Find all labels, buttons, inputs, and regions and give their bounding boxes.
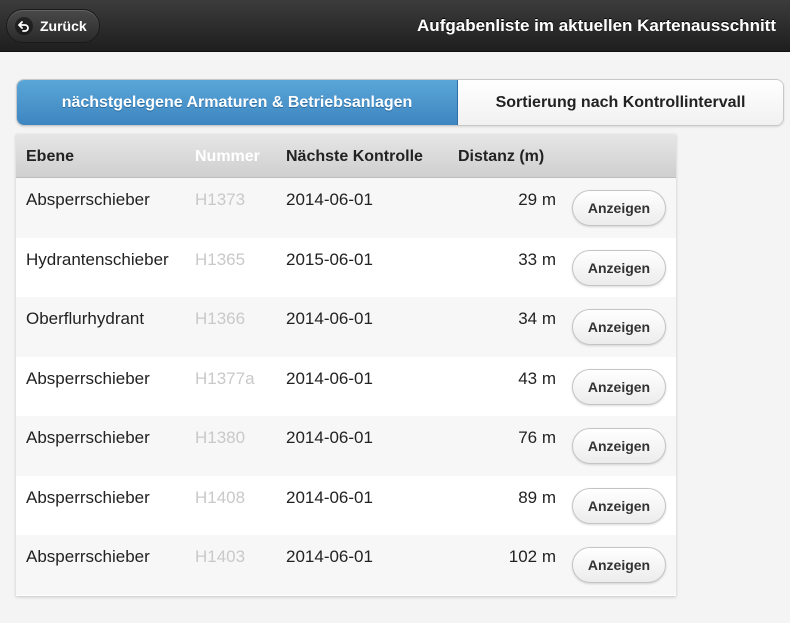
cell-kontrolle: 2014-06-01: [286, 487, 373, 507]
cell-distanz: 34 m: [518, 309, 556, 328]
show-button[interactable]: Anzeigen: [572, 190, 666, 226]
column-header-distanz[interactable]: Distanz (m): [458, 148, 544, 166]
segmented-tabs: nächstgelegene Armaturen & Betriebsanlag…: [16, 79, 784, 126]
cell-ebene: Hydrantenschieber: [26, 249, 169, 269]
cell-ebene: Absperrschieber: [26, 487, 150, 507]
back-button[interactable]: Zurück: [6, 9, 100, 43]
table-row: Absperrschieber H1380 2014-06-01 76 m An…: [16, 416, 676, 476]
table-row: Hydrantenschieber H1365 2015-06-01 33 m …: [16, 237, 676, 297]
column-header-ebene[interactable]: Ebene: [26, 148, 74, 166]
show-button[interactable]: Anzeigen: [572, 309, 666, 345]
cell-kontrolle: 2015-06-01: [286, 249, 373, 269]
table-row: Absperrschieber H1403 2014-06-01 102 m A…: [16, 535, 676, 595]
back-arrow-icon: [15, 17, 33, 35]
column-header-nummer[interactable]: Nummer: [195, 148, 260, 166]
cell-kontrolle: 2014-06-01: [286, 368, 373, 388]
cell-kontrolle: 2014-06-01: [286, 190, 373, 209]
cell-distanz: 102 m: [508, 547, 556, 566]
tab-nearest[interactable]: nächstgelegene Armaturen & Betriebsanlag…: [17, 80, 458, 125]
show-button[interactable]: Anzeigen: [572, 249, 666, 286]
cell-distanz: 76 m: [518, 428, 556, 447]
table-row: Absperrschieber H1408 2014-06-01 89 m An…: [16, 475, 676, 535]
column-header-kontrolle[interactable]: Nächste Kontrolle: [286, 148, 423, 166]
tab-sort-interval[interactable]: Sortierung nach Kontrollintervall: [458, 80, 783, 125]
cell-nummer: H1403: [195, 547, 246, 566]
back-button-label: Zurück: [40, 18, 87, 34]
cell-distanz: 43 m: [518, 368, 556, 388]
cell-nummer: H1365: [195, 249, 246, 269]
header-bar: Zurück Aufgabenliste im aktuellen Karten…: [0, 0, 790, 52]
cell-ebene: Absperrschieber: [26, 428, 150, 447]
cell-distanz: 33 m: [518, 249, 556, 269]
cell-nummer: H1380: [195, 428, 246, 447]
cell-nummer: H1408: [195, 487, 246, 507]
cell-nummer: H1366: [195, 309, 246, 328]
cell-ebene: Absperrschieber: [26, 547, 150, 566]
show-button[interactable]: Anzeigen: [572, 487, 666, 524]
show-button[interactable]: Anzeigen: [572, 547, 666, 583]
cell-ebene: Absperrschieber: [26, 190, 150, 209]
table-row: Absperrschieber H1373 2014-06-01 29 m An…: [16, 178, 676, 238]
table-row: Absperrschieber H1377a 2014-06-01 43 m A…: [16, 356, 676, 416]
table-row: Oberflurhydrant H1366 2014-06-01 34 m An…: [16, 297, 676, 357]
cell-ebene: Oberflurhydrant: [26, 309, 145, 328]
cell-kontrolle: 2014-06-01: [286, 428, 373, 447]
table-header: Ebene Nummer Nächste Kontrolle Distanz (…: [16, 134, 676, 178]
cell-nummer: H1373: [195, 190, 246, 209]
cell-nummer: H1377a: [195, 368, 255, 388]
cell-kontrolle: 2014-06-01: [286, 309, 373, 328]
page-title: Aufgabenliste im aktuellen Kartenausschn…: [417, 16, 776, 35]
show-button[interactable]: Anzeigen: [572, 428, 666, 464]
show-button[interactable]: Anzeigen: [572, 368, 666, 405]
cell-ebene: Absperrschieber: [26, 368, 150, 388]
cell-distanz: 29 m: [518, 190, 556, 209]
cell-distanz: 89 m: [518, 487, 556, 507]
task-table: Ebene Nummer Nächste Kontrolle Distanz (…: [16, 134, 676, 596]
cell-kontrolle: 2014-06-01: [286, 547, 373, 566]
